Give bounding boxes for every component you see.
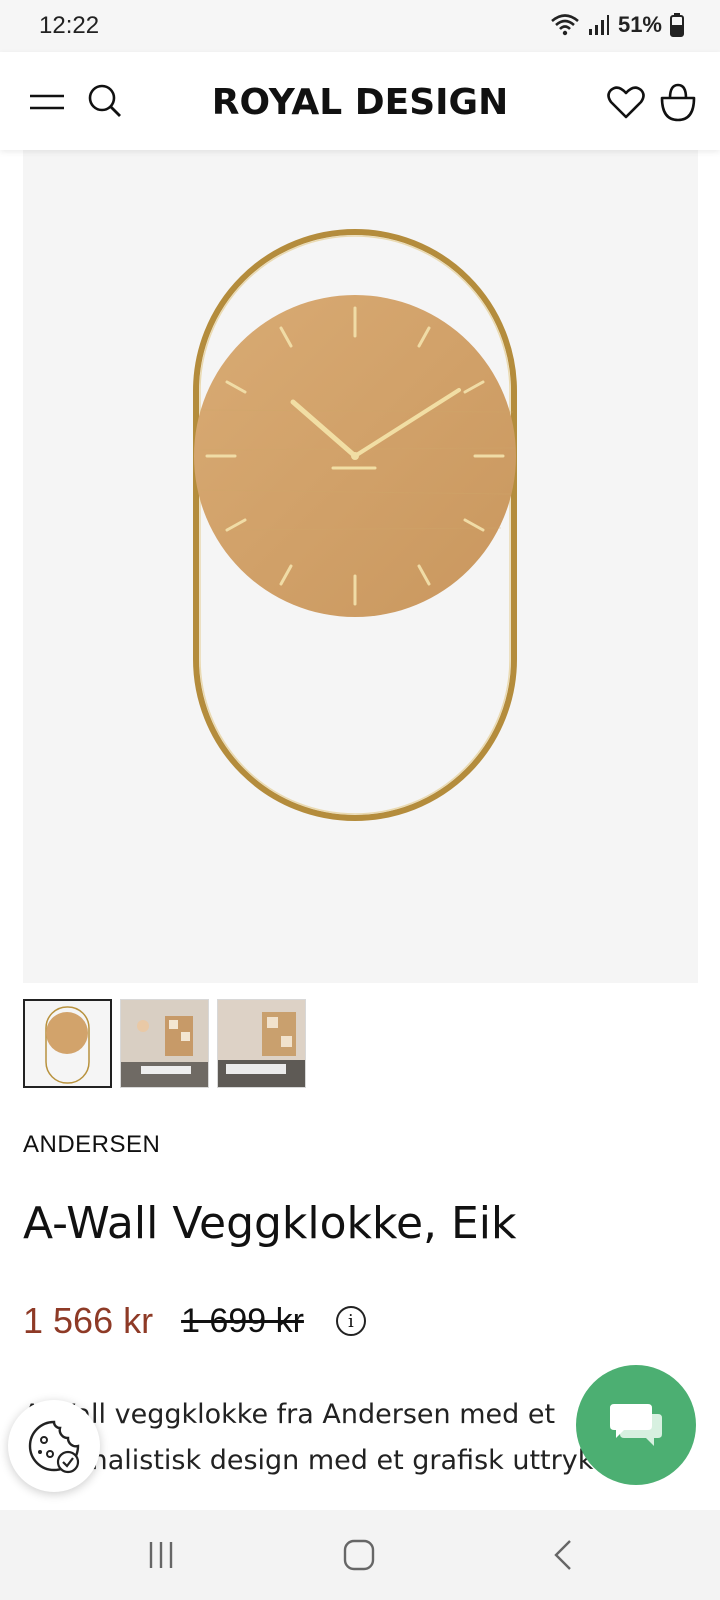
status-bar: 12:22 51%	[0, 0, 720, 52]
back-icon	[554, 1540, 571, 1570]
sale-price: 1 566 kr	[23, 1300, 154, 1341]
signal-icon	[588, 14, 610, 36]
product-brand[interactable]: ANDERSEN	[23, 1131, 160, 1159]
product-main-image[interactable]	[23, 150, 698, 983]
site-header: ROYAL DESIGN	[0, 52, 720, 150]
original-price: 1 699 kr	[181, 1301, 304, 1340]
shopping-bag-icon	[660, 83, 696, 122]
home-icon	[343, 1539, 375, 1571]
chat-bubbles-icon	[610, 1404, 662, 1446]
thumbnail-2[interactable]	[120, 999, 209, 1088]
thumbnail-3[interactable]	[217, 999, 306, 1088]
product-title: A-Wall Veggklokke, Eik	[23, 1198, 517, 1249]
clock-thumbnail-image	[25, 1001, 110, 1086]
battery-percent: 51%	[617, 12, 662, 37]
thumbnail-1[interactable]	[23, 999, 112, 1088]
cookie-icon	[28, 1420, 80, 1474]
room-thumbnail-image	[121, 1000, 208, 1087]
battery-icon	[670, 13, 684, 37]
status-icons: 51%	[550, 12, 684, 38]
back-button[interactable]	[548, 1538, 588, 1574]
home-button[interactable]	[340, 1538, 380, 1574]
wishlist-button[interactable]	[606, 82, 646, 122]
thumbnail-strip	[23, 999, 306, 1088]
recent-apps-icon	[149, 1542, 173, 1568]
status-time: 12:22	[39, 12, 100, 39]
product-description: A-Wall veggklokke fra Andersen med et mi…	[23, 1399, 618, 1476]
chat-button[interactable]	[576, 1365, 696, 1485]
cookie-settings-button[interactable]	[8, 1400, 100, 1492]
price-row: 1 566 kr 1 699 kr i	[23, 1300, 366, 1342]
system-navigation-bar	[0, 1510, 720, 1600]
wall-clock-image	[193, 229, 517, 821]
heart-icon	[607, 86, 645, 119]
room-thumbnail-image	[218, 1000, 305, 1087]
recent-apps-button[interactable]	[143, 1538, 183, 1574]
cart-button[interactable]	[658, 82, 698, 122]
wifi-icon	[550, 12, 580, 38]
info-icon[interactable]: i	[335, 1306, 366, 1336]
